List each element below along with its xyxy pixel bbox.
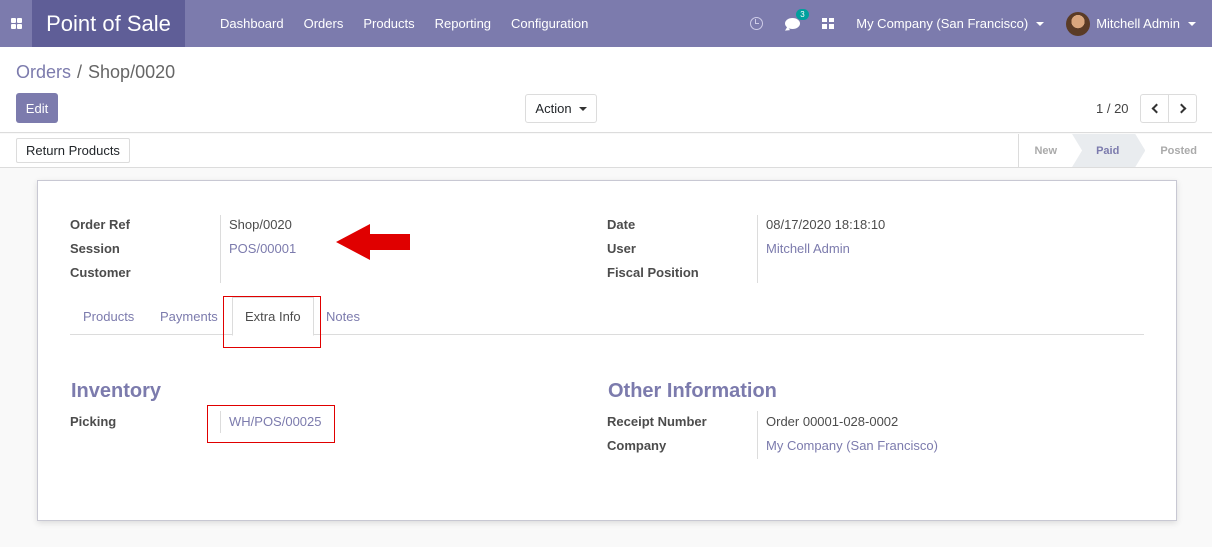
extra-info-highlight-box	[223, 296, 321, 348]
messaging-button[interactable]: 3	[785, 9, 809, 29]
activity-button[interactable]	[750, 17, 764, 30]
control-panel: Orders / Shop/0020 Edit Action 1 / 20	[0, 47, 1212, 133]
tab-payments[interactable]: Payments	[160, 297, 218, 335]
statusbar: Return Products New Paid Posted	[0, 134, 1212, 168]
red-arrow-icon	[336, 224, 410, 260]
avatar	[1066, 11, 1091, 36]
breadcrumb: Orders / Shop/0020	[16, 62, 175, 83]
form-sheet: Order Ref Session Customer Shop/0020 POS…	[37, 180, 1177, 521]
session-label: Session	[70, 241, 120, 256]
systray: 3 My Company (San Francisco) Mitchell Ad…	[750, 0, 1212, 47]
date-label: Date	[607, 217, 636, 232]
main-menu: Dashboard Orders Products Reporting Conf…	[220, 16, 608, 31]
chevron-down-icon	[1036, 21, 1045, 26]
date-value: 08/17/2020 18:18:10	[766, 217, 886, 232]
clock-icon	[750, 17, 764, 30]
company-link[interactable]: My Company (San Francisco)	[766, 438, 938, 453]
field-divider	[220, 215, 221, 283]
pager-previous-button[interactable]	[1140, 94, 1169, 123]
top-navbar: Point of Sale Dashboard Orders Products …	[0, 0, 1212, 47]
menu-item-orders[interactable]: Orders	[304, 16, 344, 31]
app-brand[interactable]: Point of Sale	[32, 0, 185, 47]
session-link[interactable]: POS/00001	[229, 241, 296, 256]
stage-new: New	[1034, 144, 1058, 157]
other-information-title: Other Information	[608, 380, 777, 402]
menu-item-configuration[interactable]: Configuration	[511, 16, 588, 31]
fiscal-position-label: Fiscal Position	[607, 265, 699, 280]
stage-paid: Paid	[1072, 134, 1145, 167]
edit-button[interactable]: Edit	[16, 93, 58, 123]
action-dropdown[interactable]: Action	[525, 94, 597, 123]
breadcrumb-separator: /	[77, 62, 83, 82]
gift-button[interactable]	[822, 18, 835, 29]
field-divider	[757, 411, 758, 459]
apps-grid-icon	[10, 18, 22, 29]
receipt-number-label: Receipt Number	[607, 414, 707, 429]
gift-icon	[822, 18, 835, 29]
user-name: Mitchell Admin	[1096, 16, 1180, 31]
picking-highlight-box	[207, 405, 335, 443]
field-divider	[757, 215, 758, 283]
chevron-left-icon	[1151, 103, 1161, 114]
picking-label: Picking	[70, 414, 117, 429]
message-count-badge: 3	[796, 9, 809, 20]
user-label: User	[607, 241, 636, 256]
tab-products[interactable]: Products	[83, 297, 134, 335]
receipt-number-value: Order 00001-028-0002	[766, 414, 899, 429]
stage-posted: Posted	[1160, 144, 1197, 157]
chevron-down-icon	[1188, 21, 1196, 26]
menu-item-products[interactable]: Products	[363, 16, 414, 31]
pager-next-button[interactable]	[1168, 94, 1197, 123]
customer-label: Customer	[70, 265, 131, 280]
status-stages: New Paid Posted	[1018, 134, 1212, 167]
company-label: Company	[607, 438, 667, 453]
return-products-button[interactable]: Return Products	[16, 138, 130, 163]
tab-notes[interactable]: Notes	[326, 297, 360, 335]
action-label: Action	[535, 101, 572, 116]
order-ref-value: Shop/0020	[229, 217, 292, 232]
chevron-right-icon	[1176, 103, 1186, 114]
menu-item-dashboard[interactable]: Dashboard	[220, 16, 284, 31]
user-menu[interactable]: Mitchell Admin	[1066, 11, 1196, 36]
inventory-title: Inventory	[71, 380, 162, 402]
chat-icon	[785, 18, 801, 29]
menu-item-reporting[interactable]: Reporting	[435, 16, 491, 31]
pager-value[interactable]: 1 / 20	[1096, 101, 1129, 116]
chevron-down-icon	[578, 106, 587, 111]
order-ref-label: Order Ref	[70, 217, 130, 232]
user-link[interactable]: Mitchell Admin	[766, 241, 850, 256]
company-switcher[interactable]: My Company (San Francisco)	[856, 16, 1045, 31]
breadcrumb-current: Shop/0020	[88, 62, 176, 82]
apps-menu-button[interactable]	[0, 0, 32, 47]
company-name: My Company (San Francisco)	[856, 16, 1029, 31]
breadcrumb-orders[interactable]: Orders	[16, 62, 71, 82]
